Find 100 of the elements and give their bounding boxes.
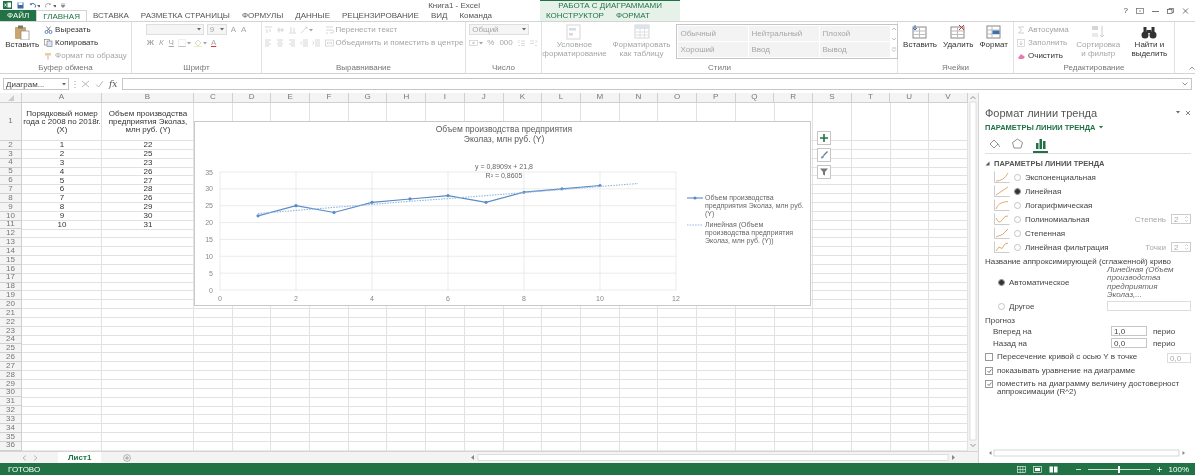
sheet-tab[interactable]: Лист1 <box>58 451 102 464</box>
column-header[interactable]: F <box>310 93 349 103</box>
row-header[interactable]: 15 <box>0 255 22 265</box>
checkbox-label[interactable]: поместить на диаграмму величину достоверност аппроксимации (R^2) <box>997 379 1191 397</box>
checkbox[interactable] <box>985 353 993 362</box>
normal-view-icon[interactable] <box>1016 465 1026 473</box>
data-point[interactable] <box>370 200 374 204</box>
radio-button[interactable] <box>1014 243 1021 251</box>
expand-icon[interactable] <box>1182 82 1188 86</box>
zoom-level[interactable]: 100% <box>1168 464 1189 474</box>
data-point[interactable] <box>408 197 412 201</box>
ribbon-tab[interactable]: РЕЦЕНЗИРОВАНИЕ <box>336 10 425 21</box>
restore-icon[interactable] <box>1167 7 1174 14</box>
column-header[interactable]: K <box>503 93 543 103</box>
column-header[interactable]: U <box>890 93 930 103</box>
ribbon-tab[interactable]: ВИД <box>424 10 454 21</box>
formula-field[interactable] <box>122 78 1192 90</box>
row-header[interactable]: 3 <box>0 149 22 159</box>
checkbox-label[interactable]: показывать уравнение на диаграмме <box>997 367 1191 376</box>
row-header[interactable]: 7 <box>0 185 22 195</box>
zoom-in-icon[interactable] <box>1156 466 1162 472</box>
option-label[interactable]: Линейная <box>1025 186 1062 196</box>
row-header[interactable]: 23 <box>0 326 22 336</box>
column-header[interactable]: R <box>774 93 813 103</box>
zoom-out-icon[interactable] <box>1075 466 1081 472</box>
number-field[interactable]: 0,0 <box>1111 338 1147 349</box>
number-field[interactable]: 0,0 <box>1167 353 1191 364</box>
pane-menu-icon[interactable] <box>1176 111 1181 115</box>
close-icon[interactable] <box>1185 110 1191 116</box>
ribbon-display-icon[interactable] <box>1136 7 1144 14</box>
row-header[interactable]: 27 <box>0 362 22 371</box>
row-header[interactable]: 2 <box>0 141 22 150</box>
trend-line[interactable] <box>257 182 639 215</box>
previous-sheet-icon[interactable] <box>22 454 27 461</box>
column-header[interactable]: M <box>580 93 620 103</box>
customize-toolbar-icon[interactable] <box>61 2 66 8</box>
data-point[interactable] <box>294 204 298 208</box>
save-icon[interactable] <box>17 1 24 9</box>
data-point[interactable] <box>560 187 564 191</box>
clear-button[interactable]: Очистить <box>1017 50 1063 61</box>
column-header[interactable]: B <box>102 93 194 103</box>
radio-button[interactable] <box>998 302 1005 310</box>
row-header[interactable]: 8 <box>0 194 22 203</box>
column-header[interactable]: S <box>813 93 852 103</box>
option-label[interactable]: Полиномиальная <box>1025 214 1090 224</box>
column-header[interactable]: O <box>658 93 697 103</box>
find-select-button[interactable]: Найти и выделить <box>1127 24 1171 58</box>
row-header[interactable]: 28 <box>0 370 22 380</box>
row-header[interactable]: 14 <box>0 247 22 256</box>
radio-button[interactable] <box>998 279 1005 287</box>
redo-icon[interactable] <box>45 1 56 9</box>
name-box[interactable]: Диаграм... <box>3 78 69 90</box>
checkbox[interactable] <box>985 367 993 376</box>
row-header[interactable]: 16 <box>0 264 22 274</box>
option-label[interactable]: Линейная фильтрация <box>1025 242 1109 252</box>
column-header[interactable]: E <box>271 93 311 103</box>
row-header[interactable]: 1 <box>0 103 22 141</box>
row-header[interactable]: 17 <box>0 273 22 283</box>
radio-button[interactable] <box>1014 187 1021 195</box>
row-header[interactable]: 35 <box>0 432 22 442</box>
undo-icon[interactable] <box>29 1 40 9</box>
chart-elements-button[interactable] <box>817 131 831 145</box>
format-cells-button[interactable]: Формат <box>978 24 1009 50</box>
vertical-scrollbar[interactable] <box>968 93 978 451</box>
column-header[interactable]: G <box>348 93 388 103</box>
column-header[interactable]: C <box>194 93 233 103</box>
data-point[interactable] <box>484 200 488 204</box>
radio-button[interactable] <box>1014 173 1021 181</box>
gallery-scroll-icon[interactable] <box>890 25 897 55</box>
cut-button[interactable]: Вырезать <box>44 24 91 35</box>
excel-logo-icon[interactable] <box>3 1 12 9</box>
radio-button[interactable] <box>1014 229 1021 237</box>
data-point[interactable] <box>446 194 450 198</box>
chart-styles-button[interactable] <box>817 148 831 162</box>
row-header[interactable]: 22 <box>0 317 22 327</box>
data-point[interactable] <box>598 183 602 188</box>
column-header[interactable]: P <box>696 93 736 103</box>
row-header[interactable]: 10 <box>0 211 22 221</box>
insert-cells-button[interactable]: Вставить <box>902 24 938 50</box>
column-header[interactable]: V <box>929 93 968 103</box>
column-header[interactable]: J <box>464 93 504 103</box>
data-point[interactable] <box>256 214 260 218</box>
delete-cells-button[interactable]: Удалить <box>941 24 975 50</box>
help-button[interactable]: ? <box>1123 6 1128 15</box>
number-field[interactable]: 1,0 <box>1111 326 1147 337</box>
option-label[interactable]: Экспоненциальная <box>1025 172 1096 182</box>
row-header[interactable]: 36 <box>0 441 22 451</box>
data-point[interactable] <box>522 190 526 194</box>
column-header[interactable]: Q <box>735 93 775 103</box>
ribbon-tab[interactable]: ДАННЫЕ <box>289 10 336 21</box>
row-header[interactable]: 6 <box>0 176 22 186</box>
ribbon-tab[interactable]: ФОРМУЛЫ <box>235 10 290 21</box>
data-point[interactable] <box>332 210 336 215</box>
expand-triangle-icon[interactable] <box>985 161 990 166</box>
select-all-icon[interactable] <box>7 94 14 101</box>
close-icon[interactable] <box>1182 7 1189 14</box>
option-label[interactable]: Логарифмическая <box>1025 200 1093 210</box>
row-header[interactable]: 4 <box>0 158 22 168</box>
row-header[interactable]: 29 <box>0 379 22 389</box>
checkbox-label[interactable]: Пересечение кривой с осью Y в точке <box>997 353 1163 362</box>
